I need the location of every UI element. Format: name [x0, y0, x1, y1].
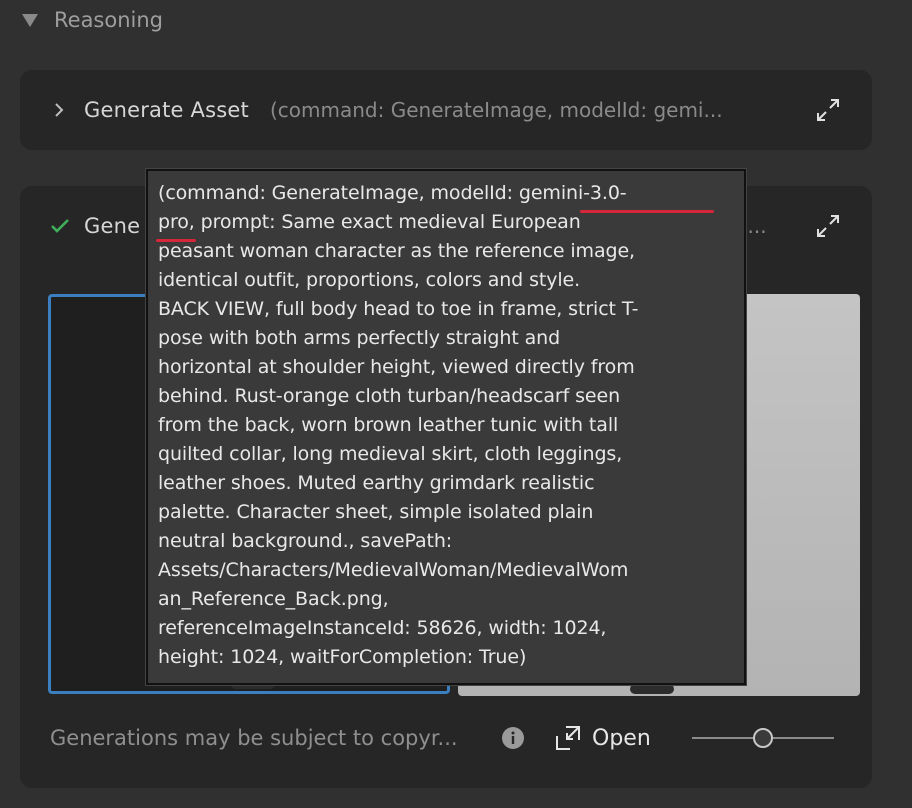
info-icon[interactable] — [502, 727, 524, 749]
expand-icon[interactable] — [814, 212, 842, 240]
tool-call-params: (command: GenerateImage, modelId: gemi..… — [270, 98, 723, 122]
params-tooltip: (command: GenerateImage, modelId: gemini… — [146, 169, 746, 685]
tooltip-line: behind. Rust-orange cloth turban/headsca… — [158, 385, 621, 407]
open-button[interactable]: Open — [554, 724, 651, 752]
tooltip-text: (command: GenerateImage, modelId: gemini… — [158, 179, 734, 672]
tooltip-line: BACK VIEW, full body head to toe in fram… — [158, 298, 639, 320]
annotation-underline — [156, 239, 196, 242]
tool-call-title: Gene — [84, 214, 141, 238]
tooltip-line: peasant woman character as the reference… — [158, 240, 635, 262]
tooltip-line: identical outfit, proportions, colors an… — [158, 269, 581, 291]
chat-panel: Reasoning Generate Asset (command: Gener… — [0, 0, 912, 808]
tooltip-line: horizontal at shoulder height, viewed di… — [158, 356, 635, 378]
triangle-down-icon — [22, 13, 38, 27]
copyright-disclaimer: Generations may be subject to copyr... — [50, 726, 458, 750]
tooltip-line: referenceImageInstanceId: 58626, width: … — [158, 617, 607, 639]
tool-call-card-generate-asset: Generate Asset (command: GenerateImage, … — [20, 70, 872, 150]
tooltip-line: from the back, worn brown leather tunic … — [158, 414, 619, 436]
annotation-underline — [580, 210, 714, 213]
reasoning-label: Reasoning — [54, 8, 164, 32]
open-label: Open — [592, 725, 651, 751]
reasoning-toggle[interactable]: Reasoning — [22, 4, 163, 36]
tool-call-title: Generate Asset — [84, 98, 249, 122]
expand-icon[interactable] — [814, 96, 842, 124]
tooltip-line: height: 1024, waitForCompletion: True) — [158, 646, 527, 668]
slider-thumb[interactable] — [753, 728, 773, 748]
image-content — [630, 684, 674, 694]
tooltip-line: (command: GenerateImage, modelId: gemini… — [158, 182, 627, 204]
tooltip-line: an_Reference_Back.png, — [158, 588, 389, 610]
open-external-icon — [556, 726, 580, 750]
tooltip-line: pose with both arms perfectly straight a… — [158, 327, 561, 349]
tooltip-line: palette. Character sheet, simple isolate… — [158, 501, 594, 523]
chevron-right-icon[interactable] — [54, 90, 68, 130]
tool-call-params: i... — [742, 214, 767, 238]
tool-call-header[interactable]: Generate Asset (command: GenerateImage, … — [20, 90, 872, 130]
tooltip-line: neutral background., savePath: — [158, 530, 453, 552]
thumbnail-size-slider[interactable] — [692, 720, 834, 756]
card-footer: Generations may be subject to copyr... O… — [50, 720, 842, 756]
tooltip-line: leather shoes. Muted earthy grimdark rea… — [158, 472, 595, 494]
tooltip-line: quilted collar, long medieval skirt, clo… — [158, 443, 623, 465]
checkmark-icon — [50, 206, 70, 246]
tooltip-line: Assets/Characters/MedievalWoman/Medieval… — [158, 559, 629, 581]
